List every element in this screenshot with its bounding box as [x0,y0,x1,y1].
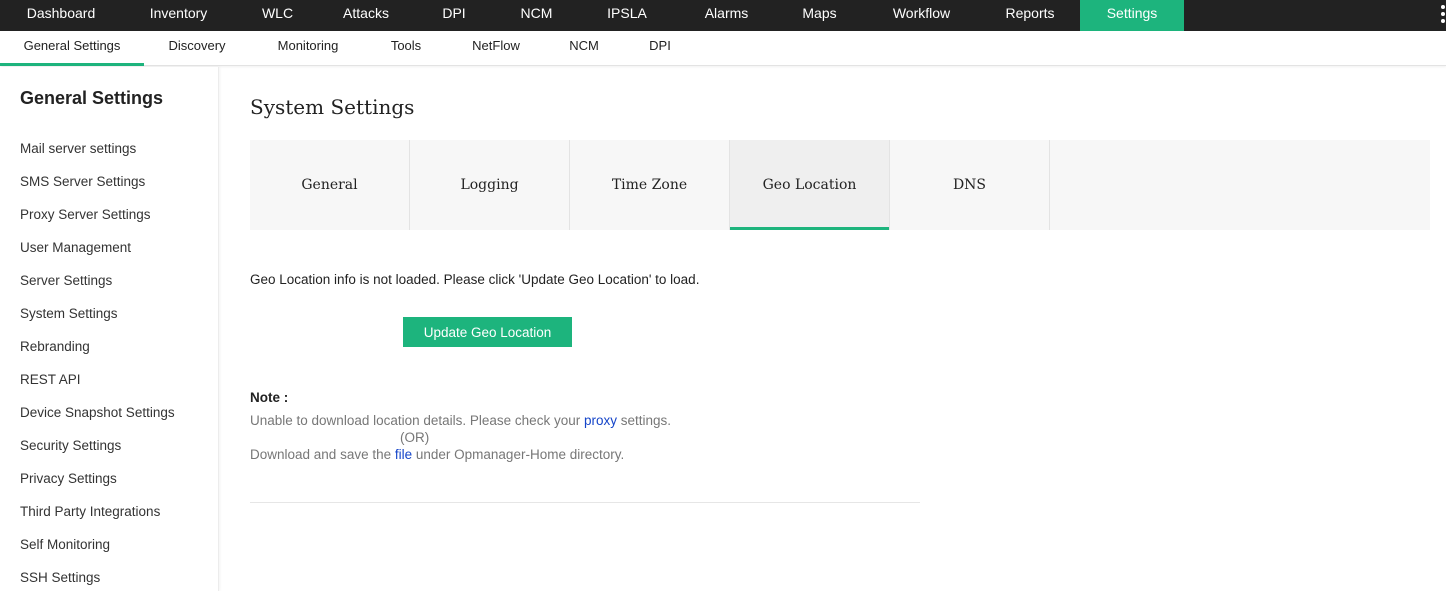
sub-nav-monitoring[interactable]: Monitoring [250,31,366,66]
sidebar-item-user-management[interactable]: User Management [20,240,131,255]
more-menu-icon[interactable] [1440,0,1446,31]
top-nav-wlc[interactable]: WLC [235,0,320,31]
top-nav-ipsla[interactable]: IPSLA [577,0,677,31]
sidebar-item-rest-api[interactable]: REST API [20,372,81,387]
sidebar-title: General Settings [20,88,164,108]
main-content: System Settings General Logging Time Zon… [220,67,1446,591]
sidebar-item-privacy-settings[interactable]: Privacy Settings [20,471,117,486]
sub-nav-tools[interactable]: Tools [366,31,446,66]
note-or: (OR) [400,430,430,445]
sub-nav-general-settings[interactable]: General Settings [0,31,144,66]
file-link[interactable]: file [395,447,412,462]
note-line-proxy-prefix: Unable to download location details. Ple… [250,413,584,428]
sub-nav-dpi[interactable]: DPI [622,31,698,66]
update-geo-location-button[interactable]: Update Geo Location [403,317,572,347]
top-nav-workflow[interactable]: Workflow [863,0,980,31]
sidebar-item-server-settings[interactable]: Server Settings [20,273,112,288]
note-line-file-prefix: Download and save the [250,447,395,462]
geo-location-info-text: Geo Location info is not loaded. Please … [250,272,700,287]
tab-logging[interactable]: Logging [410,140,570,230]
top-nav-dpi[interactable]: DPI [412,0,496,31]
sub-nav-ncm[interactable]: NCM [546,31,622,66]
sub-nav: General Settings Discovery Monitoring To… [0,31,1446,66]
divider [250,502,920,503]
settings-tabs: General Logging Time Zone Geo Location D… [250,140,1430,230]
tab-geo-location[interactable]: Geo Location [730,140,890,230]
page-title: System Settings [250,95,415,119]
tab-time-zone[interactable]: Time Zone [570,140,730,230]
proxy-link[interactable]: proxy [584,413,617,428]
note-line-file-suffix: under Opmanager-Home directory. [412,447,625,462]
top-nav-maps[interactable]: Maps [776,0,863,31]
sidebar-item-mail-server-settings[interactable]: Mail server settings [20,141,136,156]
top-nav: Dashboard Inventory WLC Attacks DPI NCM … [0,0,1446,31]
sidebar-item-third-party-integrations[interactable]: Third Party Integrations [20,504,160,519]
sidebar-item-system-settings[interactable]: System Settings [20,306,118,321]
top-nav-dashboard[interactable]: Dashboard [0,0,122,31]
note-line-file: Download and save the file under Opmanag… [250,447,624,462]
sidebar-item-proxy-server-settings[interactable]: Proxy Server Settings [20,207,151,222]
sub-nav-discovery[interactable]: Discovery [144,31,250,66]
sidebar-item-ssh-settings[interactable]: SSH Settings [20,570,100,585]
tab-dns[interactable]: DNS [890,140,1050,230]
note-line-proxy-suffix: settings. [616,413,672,428]
sidebar-item-security-settings[interactable]: Security Settings [20,438,121,453]
sidebar-item-device-snapshot-settings[interactable]: Device Snapshot Settings [20,405,175,420]
sidebar-item-sms-server-settings[interactable]: SMS Server Settings [20,174,145,189]
sidebar: General Settings Mail server settings SM… [0,67,219,591]
sidebar-item-self-monitoring[interactable]: Self Monitoring [20,537,110,552]
sub-nav-netflow[interactable]: NetFlow [446,31,546,66]
top-nav-settings[interactable]: Settings [1080,0,1184,31]
note-line-proxy: Unable to download location details. Ple… [250,413,671,428]
top-nav-attacks[interactable]: Attacks [320,0,412,31]
top-nav-alarms[interactable]: Alarms [677,0,776,31]
sidebar-item-rebranding[interactable]: Rebranding [20,339,90,354]
top-nav-reports[interactable]: Reports [980,0,1080,31]
note-label: Note : [250,390,289,405]
tab-general[interactable]: General [250,140,410,230]
top-nav-ncm[interactable]: NCM [496,0,577,31]
top-nav-inventory[interactable]: Inventory [122,0,235,31]
